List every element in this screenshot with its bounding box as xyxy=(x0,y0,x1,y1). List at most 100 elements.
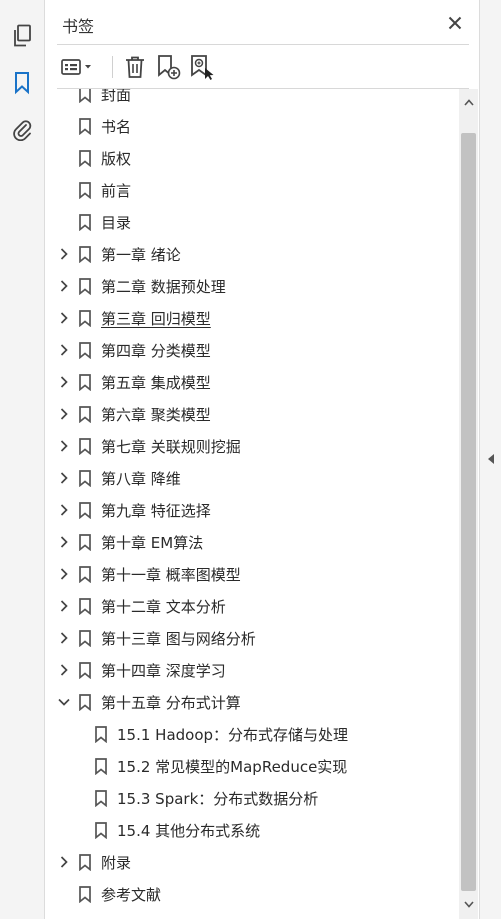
chevron-right-icon[interactable] xyxy=(57,567,71,581)
bookmark-label: 第七章 关联规则挖掘 xyxy=(101,438,241,456)
bookmark-item[interactable]: 第十章 EM算法 xyxy=(45,526,461,558)
chevron-down-icon[interactable] xyxy=(57,695,71,709)
bookmark-label: 第三章 回归模型 xyxy=(101,310,211,328)
navigation-rail xyxy=(0,0,45,919)
vertical-scrollbar[interactable] xyxy=(459,89,478,919)
chevron-right-icon[interactable] xyxy=(57,663,71,677)
bookmark-label: 封面 xyxy=(101,89,132,104)
bookmark-item[interactable]: 第二章 数据预处理 xyxy=(45,270,461,302)
chevron-right-icon[interactable] xyxy=(57,247,71,261)
bookmark-label: 第四章 分类模型 xyxy=(101,342,211,360)
bookmark-item-icon xyxy=(79,694,91,711)
bookmark-item[interactable]: 第十五章 分布式计算 xyxy=(45,686,461,718)
bookmark-label: 附录 xyxy=(101,854,132,872)
bookmark-label: 版权 xyxy=(101,150,132,168)
bookmark-item-icon xyxy=(79,662,91,679)
pages-icon[interactable] xyxy=(9,23,35,49)
toolbar-separator xyxy=(112,56,113,78)
bookmark-label: 第十章 EM算法 xyxy=(101,534,204,552)
bookmark-label: 第二章 数据预处理 xyxy=(101,278,226,296)
chevron-right-icon[interactable] xyxy=(57,855,71,869)
bookmark-label: 第九章 特征选择 xyxy=(101,502,211,520)
bookmark-item-icon xyxy=(79,310,91,327)
bookmark-item[interactable]: 第十三章 图与网络分析 xyxy=(45,622,461,654)
bookmark-label: 第八章 降维 xyxy=(101,470,181,488)
bookmark-item[interactable]: 前言 xyxy=(45,174,461,206)
bookmark-item[interactable]: 书名 xyxy=(45,110,461,142)
bookmark-item[interactable]: 版权 xyxy=(45,142,461,174)
bookmark-label: 15.4 其他分布式系统 xyxy=(117,822,261,840)
bookmark-item[interactable]: 附录 xyxy=(45,846,461,878)
chevron-right-icon[interactable] xyxy=(57,311,71,325)
bookmark-item-icon xyxy=(79,502,91,519)
bookmark-label: 前言 xyxy=(101,182,132,200)
scroll-down-arrow-icon[interactable] xyxy=(459,895,478,913)
close-icon[interactable] xyxy=(444,12,466,34)
collapse-panel-button[interactable] xyxy=(479,0,501,919)
bookmark-item[interactable]: 第七章 关联规则挖掘 xyxy=(45,430,461,462)
new-bookmark-icon[interactable] xyxy=(156,53,182,81)
options-menu-icon xyxy=(61,59,91,75)
bookmark-item-icon xyxy=(79,438,91,455)
panel-title: 书签 xyxy=(62,17,95,36)
chevron-right-icon[interactable] xyxy=(57,375,71,389)
bookmark-item-icon xyxy=(79,630,91,647)
collapse-arrow-icon xyxy=(488,454,494,464)
bookmark-item[interactable]: 第五章 集成模型 xyxy=(45,366,461,398)
bookmark-item[interactable]: 第一章 绪论 xyxy=(45,238,461,270)
bookmark-item[interactable]: 第六章 聚类模型 xyxy=(45,398,461,430)
chevron-right-icon[interactable] xyxy=(57,471,71,485)
bookmark-label: 第一章 绪论 xyxy=(101,246,181,264)
options-menu-button[interactable] xyxy=(59,53,95,81)
bookmark-item[interactable]: 15.1 Hadoop：分布式存储与处理 xyxy=(45,718,461,750)
bookmark-item[interactable]: 第八章 降维 xyxy=(45,462,461,494)
bookmark-item[interactable]: 参考文献 xyxy=(45,878,461,910)
bookmark-label: 15.1 Hadoop：分布式存储与处理 xyxy=(117,726,349,744)
bookmark-item[interactable]: 第四章 分类模型 xyxy=(45,334,461,366)
scroll-up-arrow-icon[interactable] xyxy=(459,93,478,111)
bookmark-item[interactable]: 第十四章 深度学习 xyxy=(45,654,461,686)
chevron-right-icon[interactable] xyxy=(57,407,71,421)
bookmark-item-icon xyxy=(79,182,91,199)
bookmark-item[interactable]: 15.3 Spark：分布式数据分析 xyxy=(45,782,461,814)
bookmark-label: 15.2 常见模型的MapReduce实现 xyxy=(117,758,348,776)
bookmark-item-icon xyxy=(79,150,91,167)
bookmark-item[interactable]: 第九章 特征选择 xyxy=(45,494,461,526)
bookmarks-panel: 书签 封面 书名 版权 前言 目录 第一章 绪论 第二章 数据预处理 第三章 回… xyxy=(45,0,479,919)
delete-bookmark-icon[interactable] xyxy=(123,53,147,81)
bookmark-item-icon xyxy=(95,726,107,743)
chevron-right-icon[interactable] xyxy=(57,439,71,453)
chevron-right-icon[interactable] xyxy=(57,599,71,613)
bookmark-label: 目录 xyxy=(101,214,132,232)
bookmark-label: 参考文献 xyxy=(101,886,162,904)
attachment-icon[interactable] xyxy=(9,116,35,142)
bookmark-label: 第十四章 深度学习 xyxy=(101,662,226,680)
bookmark-from-selection-icon[interactable] xyxy=(189,53,215,81)
bookmark-item-icon xyxy=(79,566,91,583)
chevron-right-icon[interactable] xyxy=(57,535,71,549)
bookmark-item-icon xyxy=(95,790,107,807)
bookmark-item-icon xyxy=(79,342,91,359)
chevron-right-icon[interactable] xyxy=(57,279,71,293)
bookmark-tree: 封面书名版权前言目录第一章 绪论第二章 数据预处理 第三章 回归模型 第四章 分类模… xyxy=(45,89,461,919)
bookmark-item-icon xyxy=(79,854,91,871)
bookmark-item-icon xyxy=(79,470,91,487)
bookmark-item-icon xyxy=(79,374,91,391)
bookmark-item[interactable]: 第三章 回归模型 xyxy=(45,302,461,334)
bookmark-item-icon xyxy=(79,406,91,423)
chevron-right-icon[interactable] xyxy=(57,343,71,357)
bookmark-item[interactable]: 封面 xyxy=(45,89,461,110)
chevron-right-icon[interactable] xyxy=(57,631,71,645)
bookmark-icon[interactable] xyxy=(9,70,35,96)
scrollbar-thumb[interactable] xyxy=(461,133,476,891)
bookmark-item[interactable]: 15.2 常见模型的MapReduce实现 xyxy=(45,750,461,782)
bookmark-item[interactable]: 目录 xyxy=(45,206,461,238)
bookmark-item[interactable]: 第十二章 文本分析 xyxy=(45,590,461,622)
bookmark-label: 第十二章 文本分析 xyxy=(101,598,226,616)
bookmark-item[interactable]: 15.4 其他分布式系统 xyxy=(45,814,461,846)
chevron-right-icon[interactable] xyxy=(57,503,71,517)
bookmark-label: 第十五章 分布式计算 xyxy=(101,694,241,712)
bookmark-label: 第十一章 概率图模型 xyxy=(101,566,241,584)
bookmark-item-icon xyxy=(95,822,107,839)
bookmark-item[interactable]: 第十一章 概率图模型 xyxy=(45,558,461,590)
